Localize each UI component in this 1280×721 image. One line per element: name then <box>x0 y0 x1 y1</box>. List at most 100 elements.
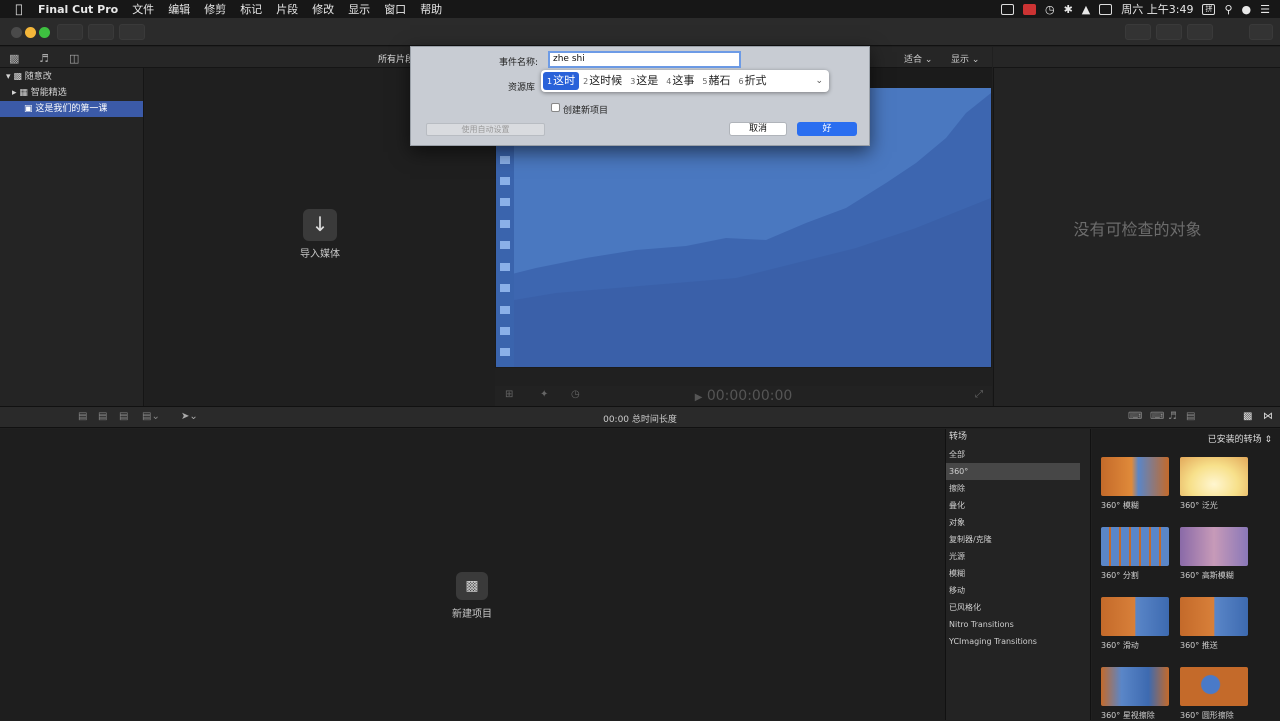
create-project-checkbox[interactable] <box>551 103 560 112</box>
recording-icon[interactable] <box>1022 3 1036 15</box>
library-row[interactable]: ▾ ▩ 随意改 <box>0 69 143 85</box>
battery-icon[interactable] <box>1099 3 1113 15</box>
menu-edit[interactable]: 编辑 <box>161 1 197 17</box>
category-movements[interactable]: 移动 <box>946 582 1090 599</box>
libraries-icon[interactable]: ▩ <box>9 52 19 65</box>
menu-mark[interactable]: 标记 <box>233 1 269 17</box>
layout-timeline-button[interactable] <box>1156 24 1182 40</box>
create-project-label: 创建新项目 <box>563 106 609 116</box>
transitions-browser-icon[interactable]: ⋈ <box>1263 411 1273 422</box>
play-icon[interactable]: ▶ <box>695 392 703 403</box>
fullscreen-icon[interactable]: ⤢ <box>975 389 983 400</box>
new-project-label: 新建项目 <box>452 609 492 620</box>
apple-menu-icon[interactable]:  <box>0 2 38 16</box>
menu-modify[interactable]: 修改 <box>305 1 341 17</box>
headphones-icon[interactable]: ♬ <box>1168 411 1177 422</box>
close-window-button[interactable] <box>11 27 22 38</box>
event-name-input[interactable]: zhe shi <box>548 51 741 68</box>
wifi-icon[interactable]: ▲ <box>1082 3 1090 16</box>
keywords-toolbar-button[interactable] <box>88 24 114 40</box>
audio-skimming-icon[interactable]: ⌨ <box>1128 411 1142 422</box>
category-360[interactable]: 360° <box>946 463 1080 480</box>
candidate-number: 3 <box>630 77 636 86</box>
ime-candidate-6[interactable]: 6折式 <box>734 72 770 90</box>
menu-clip[interactable]: 片段 <box>269 1 305 17</box>
event-name-label: 事件名称: <box>499 58 539 68</box>
transition-label-1: 360° 模糊 <box>1101 501 1139 510</box>
category-stylized[interactable]: 已风格化 <box>946 599 1090 616</box>
transition-thumb-4[interactable] <box>1180 527 1248 566</box>
layout-browser-button[interactable] <box>1125 24 1151 40</box>
category-nitro[interactable]: Nitro Transitions <box>946 616 1090 633</box>
share-button[interactable] <box>1249 24 1273 40</box>
menu-file[interactable]: 文件 <box>125 1 161 17</box>
chevron-down-icon[interactable]: ⌄ <box>815 76 823 86</box>
zoom-fit-menu[interactable]: 适合 ⌄ <box>904 52 932 65</box>
smart-collections-row[interactable]: ▸ ▦ 智能精选 <box>0 85 143 101</box>
transition-thumb-3[interactable] <box>1101 527 1169 566</box>
category-objects[interactable]: 对象 <box>946 514 1090 531</box>
ime-candidate-2[interactable]: 2这时候 <box>579 72 626 90</box>
ime-candidate-bar: 1这时 2这时候 3这是 4这事 5赭石 6折式 ⌄ <box>541 70 829 92</box>
candidate-text: 这是 <box>636 74 659 87</box>
menubar-clock[interactable]: 周六 上午3:49 <box>1121 1 1193 17</box>
wechat-icon[interactable] <box>1000 3 1014 15</box>
menu-trim[interactable]: 修剪 <box>197 1 233 17</box>
disclosure-triangle-icon[interactable]: ▸ <box>12 88 17 98</box>
import-toolbar-button[interactable] <box>57 24 83 40</box>
candidate-number: 5 <box>702 77 708 86</box>
category-ycimaging[interactable]: YCImaging Transitions <box>946 633 1090 650</box>
effects-browser-icon[interactable]: ▩ <box>1243 411 1252 422</box>
background-tasks-button[interactable] <box>119 24 145 40</box>
photos-audio-icon[interactable]: ♬ <box>39 52 49 65</box>
clapperboard-icon: ▩ <box>465 578 479 594</box>
candidate-number: 4 <box>666 77 672 86</box>
menu-view[interactable]: 显示 <box>341 1 377 17</box>
disclosure-triangle-icon[interactable]: ▾ <box>6 72 11 82</box>
snapping-icon[interactable]: ▤ <box>1186 411 1195 422</box>
notification-center-icon[interactable]: ☰ <box>1260 3 1270 16</box>
ime-candidate-1[interactable]: 1这时 <box>543 72 580 90</box>
zoom-window-button[interactable] <box>39 27 50 38</box>
ime-candidate-5[interactable]: 5赭石 <box>698 72 734 90</box>
app-menu[interactable]: Final Cut Pro <box>38 3 125 16</box>
transition-label-3: 360° 分割 <box>1101 571 1139 580</box>
time-machine-icon[interactable]: ◷ <box>1045 3 1055 16</box>
use-automatic-settings-button[interactable]: 使用自动设置 <box>426 123 545 136</box>
category-replicator[interactable]: 复制器/克隆 <box>946 531 1090 548</box>
spotlight-icon[interactable]: ⚲ <box>1224 3 1232 16</box>
category-wipe[interactable]: 擦除 <box>946 480 1090 497</box>
transition-thumb-6[interactable] <box>1180 597 1248 636</box>
minimize-window-button[interactable] <box>25 27 36 38</box>
view-options-menu[interactable]: 显示 ⌄ <box>951 52 979 65</box>
new-project-button[interactable]: ▩ <box>456 572 488 600</box>
installed-transitions-label: 已安装的转场 <box>1207 435 1262 445</box>
candidate-number: 2 <box>583 77 589 86</box>
bluetooth-icon[interactable]: ✱ <box>1064 3 1073 16</box>
event-row[interactable]: ▣ 这是我们的第一课 <box>0 101 143 117</box>
menu-help[interactable]: 帮助 <box>413 1 449 17</box>
category-dissolve[interactable]: 叠化 <box>946 497 1090 514</box>
menu-window[interactable]: 窗口 <box>377 1 413 17</box>
solo-icon[interactable]: ⌨ <box>1150 411 1164 422</box>
import-media-button[interactable]: ↓ <box>303 209 337 241</box>
input-method-icon[interactable]: 拼 <box>1202 3 1216 15</box>
transition-thumb-1[interactable] <box>1101 457 1169 496</box>
installed-transitions-menu[interactable]: 已安装的转场 ⇕ <box>1208 432 1272 445</box>
category-all[interactable]: 全部 <box>946 446 1090 463</box>
category-lights[interactable]: 光源 <box>946 548 1090 565</box>
transition-thumb-2[interactable] <box>1180 457 1248 496</box>
transition-thumb-5[interactable] <box>1101 597 1169 636</box>
ime-candidate-4[interactable]: 4这事 <box>662 72 698 90</box>
browser-filter-title[interactable]: 所有片段 <box>378 52 414 65</box>
titles-generators-icon[interactable]: ◫ <box>69 52 79 65</box>
ok-button[interactable]: 好 <box>797 122 857 136</box>
transition-thumb-8[interactable] <box>1180 667 1248 706</box>
category-blurs[interactable]: 模糊 <box>946 565 1090 582</box>
cancel-button[interactable]: 取消 <box>729 122 787 136</box>
transition-thumb-7[interactable] <box>1101 667 1169 706</box>
layout-inspector-button[interactable] <box>1187 24 1213 40</box>
timecode-display[interactable]: ▶ 00:00:00:00 <box>495 388 992 404</box>
ime-candidate-3[interactable]: 3这是 <box>626 72 662 90</box>
siri-icon[interactable]: ● <box>1242 3 1252 16</box>
